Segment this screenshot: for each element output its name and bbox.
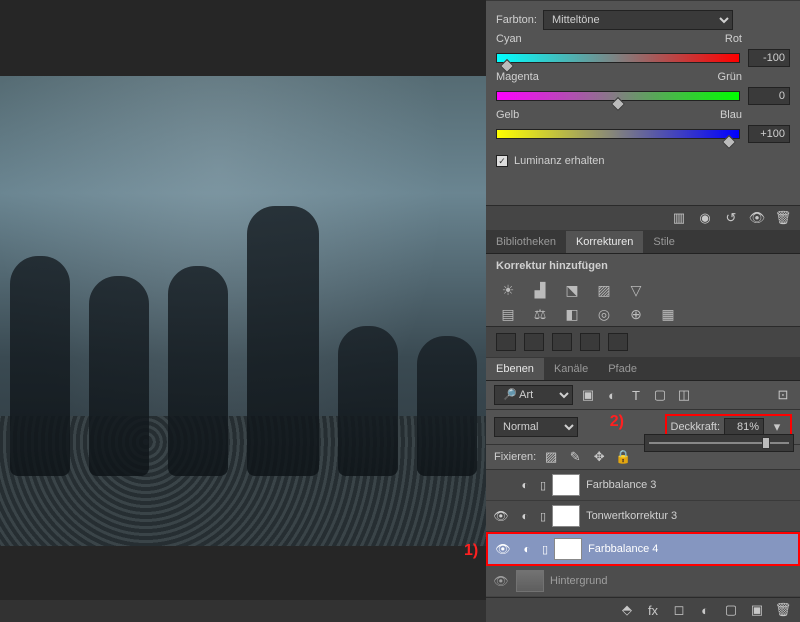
channel-mixer-icon[interactable]: ⊕: [626, 306, 646, 322]
bw-icon[interactable]: ◧: [562, 306, 582, 322]
fx-icon[interactable]: fx: [644, 602, 662, 618]
new-group-icon[interactable]: ▢: [722, 602, 740, 618]
annotation-1: 1): [464, 542, 478, 560]
visibility-toggle[interactable]: 👁: [492, 574, 510, 588]
layer-name[interactable]: Farbbalance 3: [586, 479, 794, 491]
tab-corrections[interactable]: Korrekturen: [566, 231, 643, 253]
preset-icon-2[interactable]: [524, 333, 544, 351]
add-adjustment-label: Korrektur hinzufügen: [486, 254, 800, 278]
magenta-green-value[interactable]: 0: [748, 87, 790, 105]
view-previous-icon[interactable]: ◉: [696, 210, 714, 226]
cyan-red-value[interactable]: -100: [748, 49, 790, 67]
magenta-green-slider[interactable]: [496, 91, 740, 101]
layer-mask-thumb[interactable]: [552, 505, 580, 527]
tone-dropdown[interactable]: Mitteltöne: [543, 10, 733, 30]
adjustment-icon: ◐: [516, 509, 534, 523]
new-adjustment-icon[interactable]: ◐: [696, 602, 714, 618]
blend-mode-dropdown[interactable]: Normal: [494, 417, 578, 437]
brightness-icon[interactable]: ☀: [498, 282, 518, 298]
preset-icon-5[interactable]: [608, 333, 628, 351]
curves-icon[interactable]: ⬔: [562, 282, 582, 298]
lock-label: Fixieren:: [494, 451, 536, 463]
slider-label-right: Grün: [718, 71, 742, 83]
layer-mask-thumb[interactable]: [552, 474, 580, 496]
layer-thumb[interactable]: [516, 570, 544, 592]
tone-label: Farbton:: [496, 14, 537, 26]
layer-row[interactable]: 👁 Hintergrund: [486, 566, 800, 597]
preserve-luminosity-label: Luminanz erhalten: [514, 155, 605, 167]
lock-pixels-icon[interactable]: ✎: [566, 449, 584, 465]
adjustment-icon: ◐: [516, 478, 534, 492]
filter-image-icon[interactable]: ▣: [579, 387, 597, 403]
delete-layer-icon[interactable]: 🗑: [774, 602, 792, 618]
filter-text-icon[interactable]: T: [627, 387, 645, 403]
trash-icon[interactable]: 🗑: [774, 210, 792, 226]
link-icon: ▯: [540, 510, 546, 523]
layer-row[interactable]: 👁 ◐ ▯ Farbbalance 4: [486, 532, 800, 566]
add-mask-icon[interactable]: ◻: [670, 602, 688, 618]
layer-filter-dropdown[interactable]: 🔎 Art: [494, 385, 573, 405]
color-balance-icon[interactable]: ⚖: [530, 306, 550, 322]
slider-label-left: Gelb: [496, 109, 519, 121]
photo-filter-icon[interactable]: ◎: [594, 306, 614, 322]
lock-position-icon[interactable]: ✥: [590, 449, 608, 465]
tab-libraries[interactable]: Bibliotheken: [486, 231, 566, 253]
layer-row[interactable]: ◐ ▯ Farbbalance 3: [486, 470, 800, 501]
preset-icon-1[interactable]: [496, 333, 516, 351]
filter-smart-icon[interactable]: ◫: [675, 387, 693, 403]
tab-paths[interactable]: Pfade: [598, 358, 647, 380]
canvas-area: [0, 0, 486, 600]
reset-icon[interactable]: ↺: [722, 210, 740, 226]
link-icon: ▯: [542, 543, 548, 556]
document-preview[interactable]: [0, 76, 486, 546]
layer-name[interactable]: Farbbalance 4: [588, 543, 792, 555]
layer-mask-thumb[interactable]: [554, 538, 582, 560]
layers-panel: Ebenen Kanäle Pfade 🔎 Art Art ▣ ◐ T ▢ ◫ …: [486, 357, 800, 622]
lookup-icon[interactable]: ▦: [658, 306, 678, 322]
slider-label-right: Rot: [725, 33, 742, 45]
adjustments-panel: Bibliotheken Korrekturen Stile Korrektur…: [486, 230, 800, 357]
lock-all-icon[interactable]: 🔒: [614, 449, 632, 465]
preset-icon-3[interactable]: [552, 333, 572, 351]
color-balance-panel: Farbton: Mitteltöne Cyan Rot -100 Magenta…: [486, 0, 800, 230]
visibility-icon[interactable]: 👁: [748, 210, 766, 226]
levels-icon[interactable]: ▟: [530, 282, 550, 298]
slider-label-left: Cyan: [496, 33, 522, 45]
exposure-icon[interactable]: ▨: [594, 282, 614, 298]
adjustment-icon: ◐: [518, 542, 536, 556]
filter-toggle-icon[interactable]: ⊡: [774, 387, 792, 403]
cyan-red-slider[interactable]: [496, 53, 740, 63]
vibrance-icon[interactable]: ▽: [626, 282, 646, 298]
visibility-toggle[interactable]: 👁: [494, 542, 512, 556]
opacity-dropdown-icon[interactable]: ▾: [768, 419, 786, 435]
yellow-blue-value[interactable]: +100: [748, 125, 790, 143]
tab-layers[interactable]: Ebenen: [486, 358, 544, 380]
yellow-blue-slider[interactable]: [496, 129, 740, 139]
clip-to-layer-icon[interactable]: ▥: [670, 210, 688, 226]
link-layers-icon[interactable]: ⬘: [618, 602, 636, 618]
opacity-slider-popup[interactable]: [644, 434, 794, 452]
layer-name[interactable]: Tonwertkorrektur 3: [586, 510, 794, 522]
annotation-2: 2): [610, 413, 624, 431]
right-panels: Farbton: Mitteltöne Cyan Rot -100 Magenta…: [486, 0, 800, 600]
layer-row[interactable]: 👁 ◐ ▯ Tonwertkorrektur 3: [486, 501, 800, 532]
slider-label-right: Blau: [720, 109, 742, 121]
visibility-toggle[interactable]: 👁: [492, 509, 510, 523]
new-layer-icon[interactable]: ▣: [748, 602, 766, 618]
lock-transparency-icon[interactable]: ▨: [542, 449, 560, 465]
tab-channels[interactable]: Kanäle: [544, 358, 598, 380]
filter-adjust-icon[interactable]: ◐: [603, 387, 621, 403]
tab-styles[interactable]: Stile: [643, 231, 684, 253]
hue-icon[interactable]: ▤: [498, 306, 518, 322]
filter-shape-icon[interactable]: ▢: [651, 387, 669, 403]
opacity-label: Deckkraft:: [671, 421, 721, 433]
preset-icon-4[interactable]: [580, 333, 600, 351]
link-icon: ▯: [540, 479, 546, 492]
layer-name[interactable]: Hintergrund: [550, 575, 794, 587]
slider-label-left: Magenta: [496, 71, 539, 83]
preserve-luminosity-checkbox[interactable]: ✓: [496, 155, 508, 167]
